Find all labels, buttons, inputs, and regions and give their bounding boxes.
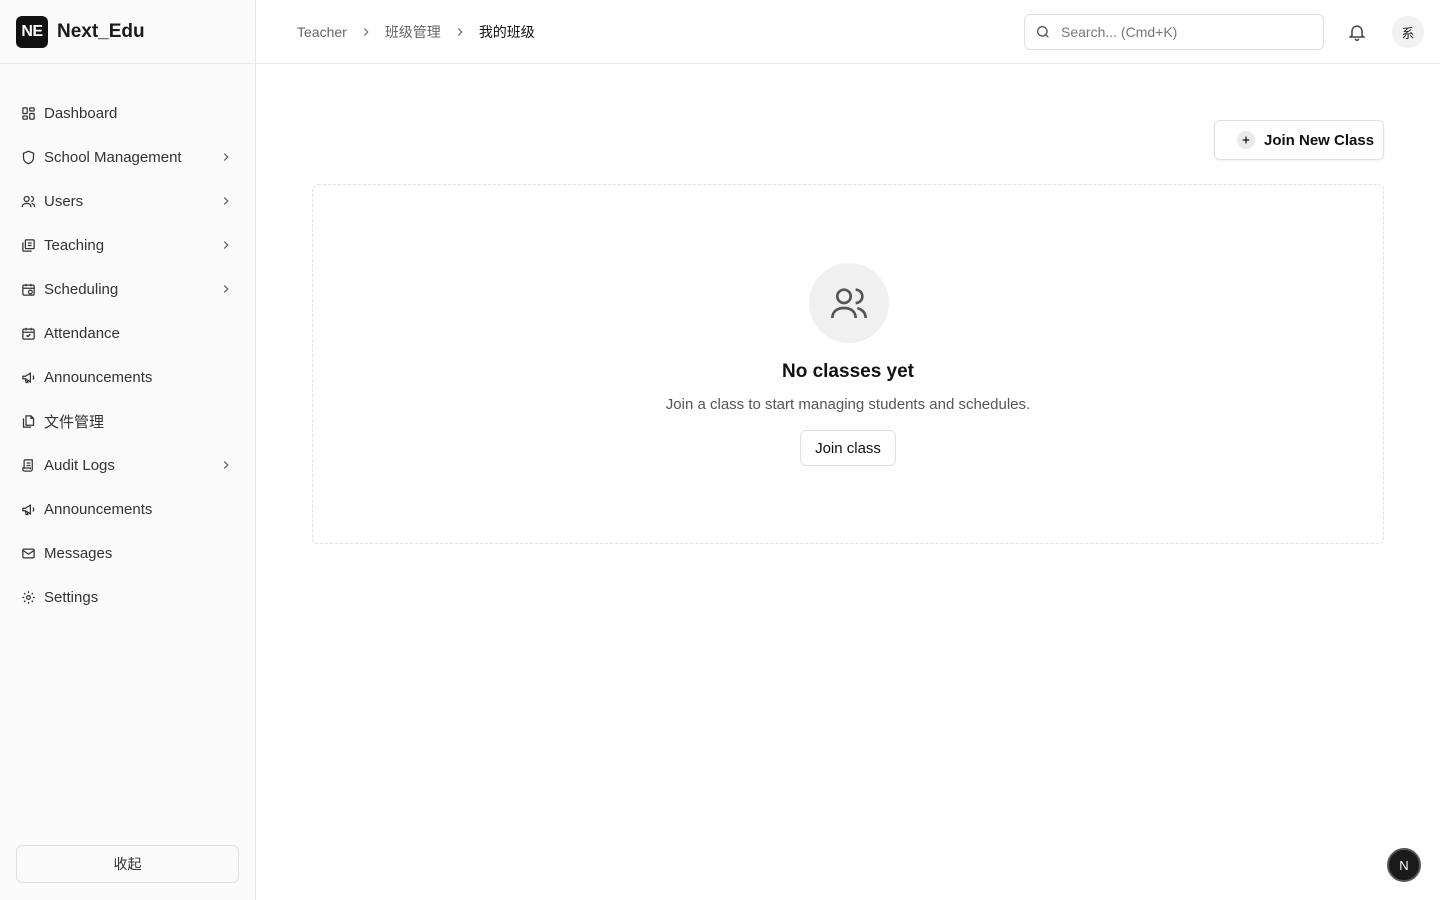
users-icon (20, 193, 36, 209)
empty-state: No classes yet Join a class to start man… (312, 184, 1384, 544)
sidebar-item-audit-logs[interactable]: Audit Logs (0, 443, 255, 487)
shield-icon (20, 149, 36, 165)
breadcrumb-item[interactable]: Teacher (297, 24, 347, 40)
sidebar-item-users[interactable]: Users (0, 179, 255, 223)
join-new-class-button[interactable]: Join New Class (1214, 120, 1384, 160)
breadcrumb: Teacher 班级管理 我的班级 (297, 22, 535, 42)
sidebar-item-files[interactable]: 文件管理 (0, 399, 255, 443)
sidebar-item-label: Teaching (44, 236, 105, 254)
empty-state-title: No classes yet (781, 361, 915, 382)
chevron-right-icon (223, 197, 229, 205)
sidebar-item-teaching[interactable]: Teaching (0, 223, 255, 267)
dashboard-icon (20, 105, 36, 121)
users-icon (809, 263, 889, 343)
floating-n-badge[interactable]: N (1387, 848, 1421, 882)
book-icon (20, 237, 36, 253)
top-header: Teacher 班级管理 我的班级 系 (256, 0, 1440, 64)
join-new-class-label: Join New Class (1264, 131, 1375, 149)
chevron-right-icon (363, 28, 369, 36)
calendar-clock-icon (20, 281, 36, 297)
sidebar-item-label: Announcements (44, 368, 153, 386)
plus-icon (1237, 131, 1255, 149)
megaphone-icon (20, 369, 36, 385)
search-box[interactable] (1024, 14, 1324, 50)
sidebar-item-label: Users (44, 192, 84, 210)
sidebar-item-label: Scheduling (44, 280, 119, 298)
files-icon (20, 413, 36, 429)
breadcrumb-item[interactable]: 班级管理 (385, 22, 441, 42)
sidebar-item-label: Attendance (44, 324, 120, 342)
brand-logo: NE (16, 15, 48, 48)
chevron-right-icon (223, 153, 229, 161)
avatar[interactable]: 系 (1392, 16, 1424, 48)
sidebar: NE Next_Edu Dashboard School Management … (0, 0, 256, 900)
brand-name: Next_Edu (57, 20, 145, 42)
join-class-button[interactable]: Join class (800, 430, 896, 466)
chevron-right-icon (223, 241, 229, 249)
chevron-right-icon (223, 461, 229, 469)
sidebar-item-label: Messages (44, 544, 113, 562)
sidebar-item-label: 文件管理 (44, 413, 105, 431)
sidebar-item-label: Settings (44, 588, 99, 606)
sidebar-item-announcements[interactable]: Announcements (0, 355, 255, 399)
chevron-right-icon (223, 285, 229, 293)
search-input[interactable] (1061, 24, 1301, 40)
breadcrumb-current: 我的班级 (478, 24, 535, 40)
calendar-check-icon (20, 325, 36, 341)
sidebar-nav: Dashboard School Management Users Teachi… (0, 64, 255, 619)
collapse-sidebar-button[interactable]: 收起 (16, 845, 239, 883)
sidebar-item-settings[interactable]: Settings (0, 575, 255, 619)
sidebar-item-school-management[interactable]: School Management (0, 135, 255, 179)
sidebar-item-attendance[interactable]: Attendance (0, 311, 255, 355)
sidebar-item-label: School Management (44, 148, 182, 166)
megaphone-icon (20, 501, 36, 517)
sidebar-item-announcements-2[interactable]: Announcements (0, 487, 255, 531)
empty-state-description: Join a class to start managing students … (665, 396, 1031, 413)
chevron-right-icon (457, 28, 463, 36)
gear-icon (20, 589, 36, 605)
sidebar-item-label: Audit Logs (44, 456, 115, 474)
mail-icon (20, 545, 36, 561)
bell-icon[interactable] (1347, 22, 1367, 42)
sidebar-item-label: Announcements (44, 500, 153, 518)
sidebar-item-dashboard[interactable]: Dashboard (0, 91, 255, 135)
scroll-icon (20, 457, 36, 473)
search-icon (1037, 26, 1049, 38)
brand[interactable]: NE Next_Edu (0, 0, 255, 64)
sidebar-item-messages[interactable]: Messages (0, 531, 255, 575)
sidebar-item-scheduling[interactable]: Scheduling (0, 267, 255, 311)
sidebar-item-label: Dashboard (44, 104, 118, 122)
